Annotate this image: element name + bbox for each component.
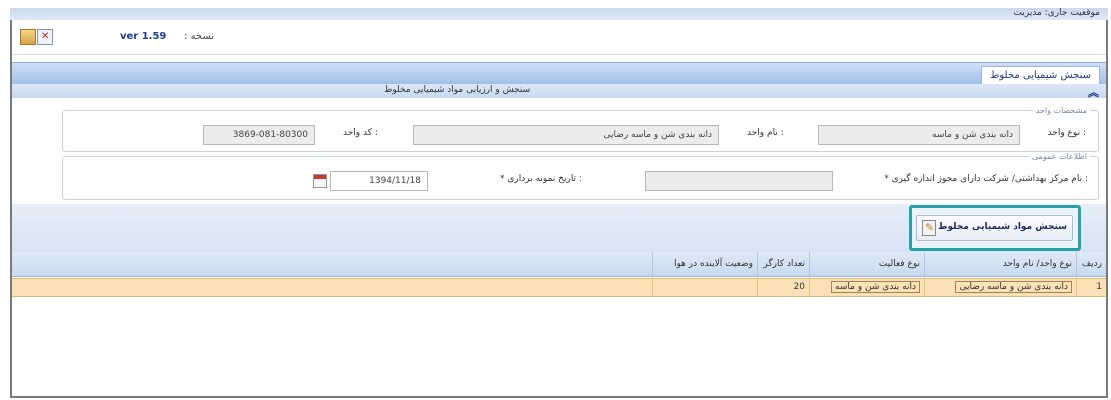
toolbar: ver 1.59 : نسخه — [12, 20, 1106, 55]
unit-info-legend: مشخصات واحد — [1035, 106, 1087, 115]
column-header-unit[interactable]: نوع واحد/ نام واحد — [924, 252, 1076, 276]
company-label: * نام مرکز بهداشتی/ شرکت دارای مجوز اندا… — [884, 174, 1088, 184]
version-label: : نسخه — [184, 31, 215, 42]
column-header-index[interactable]: ردیف — [1076, 252, 1106, 276]
measure-button-label: سنجش مواد شیمیایی مخلوط — [938, 222, 1067, 232]
window-title: موقعیت جاری: مدیریت — [1013, 8, 1100, 18]
action-highlight: سنجش مواد شیمیایی مخلوط — [909, 205, 1081, 251]
unit-name-label: نام واحد : — [747, 128, 784, 138]
cell-unit-text: دانه بندی شن و ماسه رضایی — [955, 281, 1072, 293]
unit-type-field[interactable]: دانه بندی شن و ماسه — [818, 125, 1020, 145]
calendar-icon[interactable] — [313, 174, 327, 188]
general-info-legend: اطلاعات عمومی — [1031, 152, 1087, 161]
tab-mixed-chemical-measurement[interactable]: سنجش شیمیایی مخلوط — [981, 66, 1100, 84]
open-icon[interactable] — [20, 29, 36, 45]
company-field[interactable] — [645, 171, 833, 191]
cell-workers: 20 — [757, 279, 809, 296]
measure-mixed-chemicals-button[interactable]: سنجش مواد شیمیایی مخلوط — [916, 215, 1073, 241]
panel-sub-title: سنجش و ارزیابی مواد شیمیایی مخلوط — [384, 85, 531, 95]
general-info-group: اطلاعات عمومی * نام مرکز بهداشتی/ شرکت د… — [62, 152, 1099, 200]
collapse-chevron-icon[interactable]: ︽ — [1088, 84, 1100, 99]
cell-air-status — [652, 279, 757, 296]
panel-header: سنجش شیمیایی مخلوط — [12, 62, 1106, 85]
version-number: ver 1.59 — [120, 31, 167, 42]
toolbar-icons — [20, 29, 53, 45]
unit-info-group: مشخصات واحد نوع واحد : دانه بندی شن و ما… — [62, 106, 1099, 152]
unit-code-field[interactable]: 3869-081-80300 — [203, 125, 315, 145]
edit-icon — [922, 220, 936, 236]
cell-unit: دانه بندی شن و ماسه رضایی — [924, 279, 1076, 296]
cell-activity: دانه بندی شن و ماسه — [809, 279, 924, 296]
unit-code-label: کد واحد : — [343, 128, 378, 138]
column-header-activity[interactable]: نوع فعالیت — [809, 252, 924, 276]
sampling-date-field[interactable]: 1394/11/18 — [330, 171, 428, 191]
results-grid: ردیف نوع واحد/ نام واحد نوع فعالیت تعداد… — [12, 252, 1106, 392]
unit-name-field[interactable]: دانه بندی شن و ماسه رضایی — [413, 125, 719, 145]
column-header-workers[interactable]: تعداد کارگر — [757, 252, 809, 276]
sampling-date-label: * تاریخ نمونه برداری : — [500, 174, 582, 184]
title-bar: موقعیت جاری: مدیریت — [10, 8, 1108, 20]
close-icon[interactable] — [37, 29, 53, 45]
unit-type-label: نوع واحد : — [1047, 128, 1086, 138]
table-row[interactable]: 1 دانه بندی شن و ماسه رضایی دانه بندی شن… — [12, 278, 1106, 297]
cell-activity-text: دانه بندی شن و ماسه — [831, 281, 920, 293]
column-header-air-status[interactable]: وضعیت آلاینده در هوا — [652, 252, 757, 276]
cell-index: 1 — [1076, 279, 1106, 296]
grid-header: ردیف نوع واحد/ نام واحد نوع فعالیت تعداد… — [12, 252, 1106, 277]
panel-subheader: سنجش و ارزیابی مواد شیمیایی مخلوط ︽ — [12, 84, 1106, 99]
